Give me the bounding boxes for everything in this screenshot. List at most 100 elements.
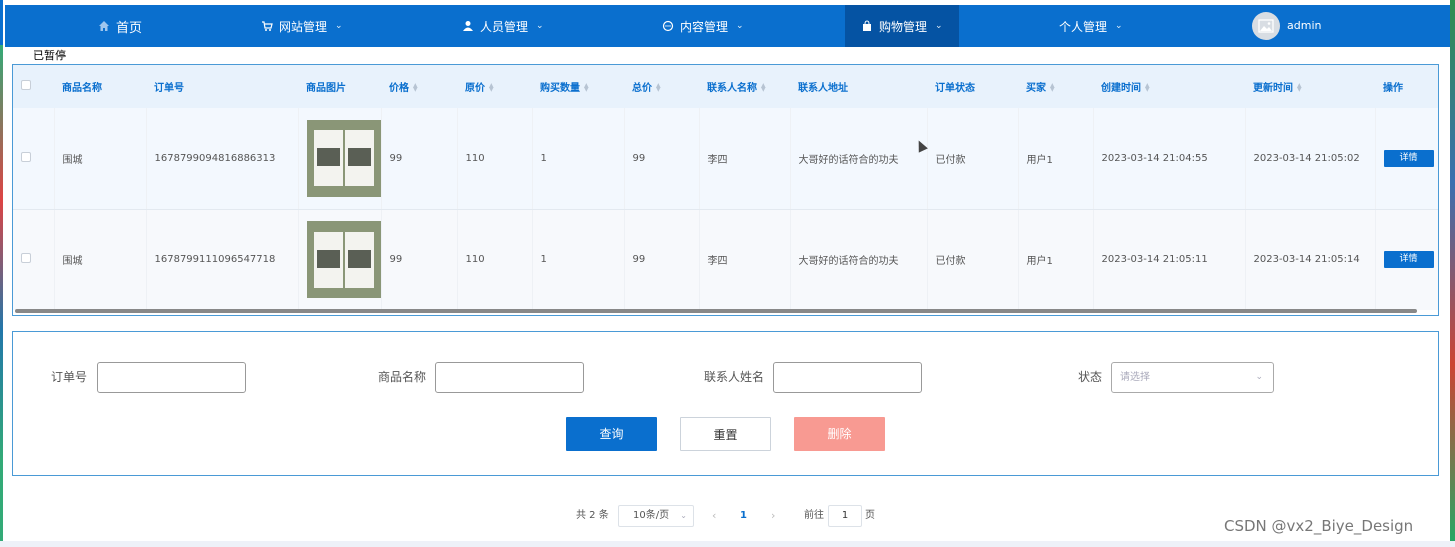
nav-personal-management[interactable]: 个人管理 ⌄ <box>1059 5 1123 47</box>
status-select[interactable]: 请选择 ⌄ <box>1111 362 1274 393</box>
row-select-cell[interactable] <box>13 108 55 210</box>
cell-product-image <box>298 209 382 310</box>
image-placeholder-icon <box>1258 19 1274 33</box>
col-total[interactable]: 总价 ▲ ▼ <box>624 65 699 108</box>
cell-price: 99 <box>381 209 458 310</box>
nav-personal-management-label: 个人管理 <box>1059 19 1108 34</box>
col-updated-label: 更新时间 <box>1253 83 1293 94</box>
nav-shopping-management[interactable]: 购物管理 ⌄ <box>845 5 959 47</box>
detail-button[interactable]: 详情 <box>1383 251 1434 269</box>
col-product-name: 商品名称 <box>54 65 146 108</box>
nav-content-management-label: 内容管理 <box>680 19 729 34</box>
nav-site-management[interactable]: 网站管理 ⌄ <box>261 5 343 47</box>
next-page-icon[interactable]: › <box>771 506 775 526</box>
col-product-image: 商品图片 <box>298 65 381 108</box>
search-form: 订单号 商品名称 联系人姓名 状态 请选择 ⌄ 查询 重置 删除 <box>12 331 1439 476</box>
col-total-label: 总价 <box>632 83 652 94</box>
page-size-select[interactable]: 10条/页 ⌄ <box>618 505 694 527</box>
cell-order-no: 1678799094816886313 <box>146 108 299 210</box>
app-page: 首页 网站管理 ⌄ 人员管理 ⌄ 内容管理 ⌄ 购物管理 ⌄ 个人管理 ⌄ ad… <box>0 0 1455 547</box>
col-buyer[interactable]: 买家 ▲ ▼ <box>1018 65 1093 108</box>
sort-icon[interactable]: ▲ ▼ <box>489 83 495 93</box>
order-no-input[interactable] <box>97 362 246 393</box>
product-name-label: 商品名称 <box>378 370 427 384</box>
user-icon <box>462 20 474 32</box>
cell-contact-address: 大哥好的话符合的功夫 <box>790 209 928 310</box>
nav-content-management[interactable]: 内容管理 ⌄ <box>662 5 744 47</box>
col-created[interactable]: 创建时间 ▲ ▼ <box>1093 65 1245 108</box>
col-price[interactable]: 价格 ▲ ▼ <box>381 65 457 108</box>
horizontal-scrollbar[interactable] <box>15 309 1417 313</box>
sort-icon[interactable]: ▲ ▼ <box>1050 83 1056 93</box>
cell-updated: 2023-03-14 21:05:14 <box>1245 209 1376 310</box>
username[interactable]: admin <box>1287 5 1321 47</box>
sort-icon[interactable]: ▲ ▼ <box>1297 83 1303 93</box>
watermark: CSDN @vx2_Biye_Design <box>1224 517 1414 535</box>
nav-home[interactable]: 首页 <box>98 5 142 47</box>
cart-icon <box>261 20 273 32</box>
window-edge-left <box>0 0 3 547</box>
query-button[interactable]: 查询 <box>566 417 657 451</box>
page-suffix: 页 <box>865 510 875 521</box>
col-contact-name[interactable]: 联系人名称 ▲ ▼ <box>699 65 790 108</box>
chevron-down-icon: ⌄ <box>1115 21 1123 31</box>
product-image[interactable] <box>306 119 380 197</box>
cell-price: 99 <box>381 108 458 210</box>
cell-created: 2023-03-14 21:05:11 <box>1093 209 1246 310</box>
col-order-status: 订单状态 <box>927 65 1018 108</box>
chat-icon <box>662 20 674 32</box>
cell-product-name: 围城 <box>54 108 147 210</box>
home-icon <box>98 20 110 32</box>
cell-total: 99 <box>624 209 700 310</box>
chevron-down-icon: ⌄ <box>736 21 744 31</box>
sort-icon[interactable]: ▲ ▼ <box>413 83 419 93</box>
page-size-value: 10条/页 <box>633 510 670 521</box>
col-price-label: 价格 <box>389 83 409 94</box>
col-original-price[interactable]: 原价 ▲ ▼ <box>457 65 532 108</box>
avatar[interactable] <box>1252 12 1280 40</box>
sort-icon[interactable]: ▲ ▼ <box>656 83 662 93</box>
detail-button[interactable]: 详情 <box>1383 149 1434 167</box>
table-row[interactable]: 围城 1678799111096547718 99 110 1 99 李四 大哥… <box>13 209 1438 310</box>
cell-original-price: 110 <box>457 108 533 210</box>
chevron-down-icon: ⌄ <box>335 21 343 31</box>
nav-staff-management-label: 人员管理 <box>480 19 529 34</box>
reset-button[interactable]: 重置 <box>680 417 771 451</box>
col-buyer-label: 买家 <box>1026 83 1046 94</box>
row-checkbox[interactable] <box>21 151 31 162</box>
order-table: 商品名称 订单号 商品图片 价格 ▲ ▼ 原价 ▲ ▼ 购买数量 ▲ ▼ 总价 ▲ ▼ 联系人名… <box>12 64 1439 316</box>
row-checkbox[interactable] <box>21 253 31 264</box>
product-image[interactable] <box>306 221 380 299</box>
contact-name-label: 联系人姓名 <box>704 370 765 384</box>
status-tag: 已暂停 <box>33 49 66 62</box>
cell-original-price: 110 <box>457 209 533 310</box>
product-name-input[interactable] <box>435 362 584 393</box>
cell-buyer: 用户1 <box>1018 108 1094 210</box>
chevron-down-icon: ⌄ <box>935 21 943 31</box>
goto-label: 前往 <box>804 510 824 521</box>
select-all-checkbox[interactable] <box>21 80 31 90</box>
row-select-cell[interactable] <box>13 209 55 310</box>
col-updated[interactable]: 更新时间 ▲ ▼ <box>1245 65 1375 108</box>
cell-quantity: 1 <box>532 209 625 310</box>
nav-staff-management[interactable]: 人员管理 ⌄ <box>462 5 544 47</box>
prev-page-icon[interactable]: ‹ <box>712 506 716 526</box>
current-page[interactable]: 1 <box>740 506 747 526</box>
col-quantity-label: 购买数量 <box>540 83 580 94</box>
col-quantity[interactable]: 购买数量 ▲ ▼ <box>532 65 624 108</box>
window-edge-right <box>1450 0 1455 547</box>
sort-icon[interactable]: ▲ ▼ <box>584 83 590 93</box>
nav-shopping-management-label: 购物管理 <box>879 19 928 34</box>
cell-order-status: 已付款 <box>927 108 1019 210</box>
cell-contact-name: 李四 <box>699 108 791 210</box>
table-row[interactable]: 围城 1678799094816886313 99 110 1 99 李四 大哥… <box>13 108 1438 210</box>
nav-site-management-label: 网站管理 <box>279 19 328 34</box>
contact-name-input[interactable] <box>773 362 922 393</box>
col-contact-address: 联系人地址 <box>790 65 927 108</box>
sort-icon[interactable]: ▲ ▼ <box>761 83 767 93</box>
select-all-cell[interactable] <box>13 65 54 108</box>
shopping-bag-icon <box>861 20 873 32</box>
goto-page-input[interactable]: 1 <box>828 505 862 527</box>
delete-button[interactable]: 删除 <box>794 417 885 451</box>
sort-icon[interactable]: ▲ ▼ <box>1145 83 1151 93</box>
